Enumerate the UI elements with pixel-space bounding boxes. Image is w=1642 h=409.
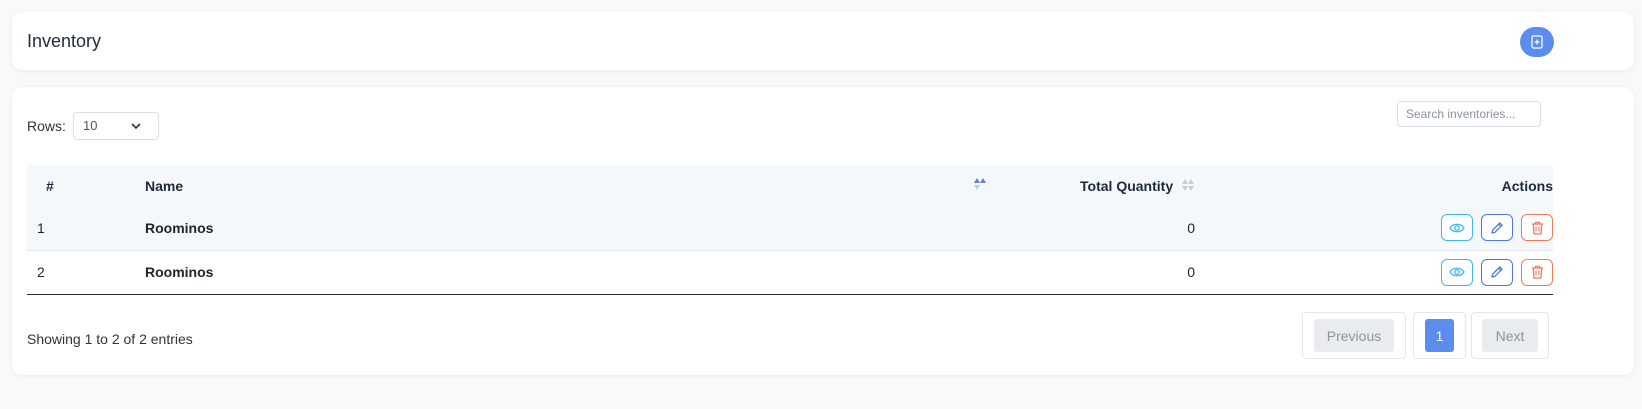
pagination-page-wrapper: 1 [1413,312,1466,359]
entries-info: Showing 1 to 2 of 2 entries [27,331,193,347]
rows-per-page-select[interactable]: 10 [73,112,159,140]
chevron-down-icon [131,123,141,130]
rows-label: Rows: [27,118,66,134]
inventory-table-card: Rows: 10 # Name [12,87,1634,375]
pagination-next-wrapper: Next [1471,312,1549,359]
table-row: 2 Roominos 0 [27,250,1553,294]
column-header-actions: Actions [1501,177,1553,194]
table-row: 1 Roominos 0 [27,206,1553,250]
trash-icon [1531,221,1543,235]
page-title: Inventory [27,31,102,51]
edit-button[interactable] [1481,214,1513,242]
column-header-total-quantity[interactable]: Total Quantity [973,165,1203,206]
table-header-row: # Name Total Quantity Actions [27,165,1553,206]
pencil-icon [1491,266,1503,278]
page-1-button[interactable]: 1 [1425,319,1454,352]
row-total-quantity: 0 [1187,264,1195,280]
add-inventory-button[interactable] [1520,27,1554,57]
view-button[interactable] [1441,258,1473,286]
view-button[interactable] [1441,214,1473,242]
column-header-number: # [46,177,54,194]
trash-icon [1531,265,1543,279]
row-total-quantity: 0 [1187,219,1195,236]
delete-button[interactable] [1521,258,1553,286]
row-actions [1203,250,1553,294]
row-number: 2 [37,264,45,280]
previous-button[interactable]: Previous [1314,319,1394,352]
add-document-icon [1531,35,1543,49]
eye-icon [1449,267,1465,277]
pencil-icon [1491,222,1503,234]
sort-icon[interactable] [1181,178,1195,192]
row-name: Roominos [145,219,214,236]
column-header-name[interactable]: Name [145,165,986,206]
edit-button[interactable] [1481,258,1513,286]
search-input[interactable] [1397,101,1541,127]
row-actions [1203,206,1553,250]
row-name: Roominos [145,264,214,280]
next-button[interactable]: Next [1482,319,1538,352]
inventory-table: # Name Total Quantity Actions 1 Roominos… [27,165,1553,295]
delete-button[interactable] [1521,214,1553,242]
eye-icon [1449,223,1465,233]
rows-per-page-value: 10 [83,118,98,133]
header-card: Inventory [12,12,1634,70]
column-header-total-quantity-label: Total Quantity [1080,177,1174,194]
row-number: 1 [37,219,45,236]
pagination-previous-wrapper: Previous [1302,312,1406,359]
column-header-name-label: Name [145,177,184,194]
